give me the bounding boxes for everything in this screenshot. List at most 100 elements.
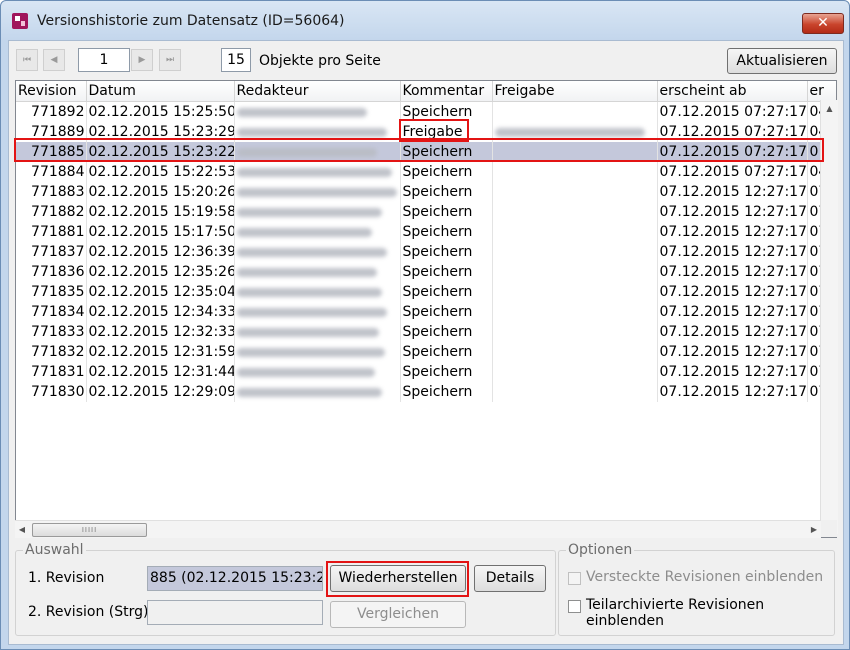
table-row[interactable]: 771837 02.12.2015 12:36:39 Speichern 07.12.… — [16, 242, 836, 262]
table-row[interactable]: 771835 02.12.2015 12:35:04 Speichern 07.12.… — [16, 282, 836, 302]
version-history-window: Versionshistorie zum Datensatz (ID=56064… — [0, 0, 850, 650]
redacted-name — [236, 207, 382, 217]
redakteur-cell — [234, 101, 401, 122]
col-header-revision[interactable]: Revision — [16, 81, 87, 102]
kommentar-cell: Speichern — [400, 282, 493, 302]
horizontal-scroll-thumb[interactable]: IIIII — [32, 523, 147, 537]
kommentar-cell: Speichern — [400, 202, 493, 222]
datum-cell: 02.12.2015 12:31:59 — [86, 342, 235, 362]
redakteur-cell — [234, 282, 401, 302]
erscheint-ab-cell: 07.12.2015 12:27:17 — [657, 322, 808, 342]
freigabe-cell — [492, 142, 658, 162]
redacted-name — [236, 127, 387, 137]
table-row[interactable]: 771833 02.12.2015 12:32:33 Speichern 07.12.… — [16, 322, 836, 342]
redacted-name — [494, 127, 645, 137]
revision1-field[interactable]: 885 (02.12.2015 15:23:23) — [147, 566, 323, 591]
redakteur-cell — [234, 182, 401, 202]
table-row[interactable]: 771836 02.12.2015 12:35:26 Speichern 07.12.… — [16, 262, 836, 282]
redacted-name — [236, 327, 379, 337]
details-button[interactable]: Details — [474, 565, 546, 592]
table-row[interactable]: 771885 02.12.2015 15:23:22 Speichern 07.12.… — [16, 142, 836, 162]
erscheint-ab-cell: 07.12.2015 07:27:17 — [657, 142, 808, 162]
first-page-button[interactable]: ⏮ — [16, 49, 38, 71]
redacted-name — [236, 387, 382, 397]
col-header-er[interactable]: er — [807, 81, 836, 102]
table-row[interactable]: 771882 02.12.2015 15:19:58 Speichern 07.12.… — [16, 202, 836, 222]
revision-cell: 771835 — [16, 282, 87, 302]
freigabe-cell — [492, 322, 658, 342]
hidden-revisions-label[interactable]: Versteckte Revisionen einblenden — [586, 569, 823, 585]
kommentar-cell: Speichern — [400, 362, 493, 382]
kommentar-cell: Speichern — [400, 142, 493, 162]
redacted-name — [236, 107, 367, 117]
close-button[interactable]: ✕ — [802, 13, 844, 34]
kommentar-cell: Freigabe — [400, 122, 493, 142]
revision-cell: 771833 — [16, 322, 87, 342]
compare-button[interactable]: Vergleichen — [330, 601, 466, 628]
partial-archived-label[interactable]: Teilarchivierte Revisionen einblenden — [586, 597, 843, 629]
scroll-left-arrow-icon[interactable]: ◀ — [16, 521, 28, 538]
table-row[interactable]: 771834 02.12.2015 12:34:33 Speichern 07.12.… — [16, 302, 836, 322]
table-header: Revision Datum Redakteur Kommentar Freig… — [16, 81, 836, 102]
kommentar-cell: Speichern — [400, 342, 493, 362]
refresh-button[interactable]: Aktualisieren — [727, 48, 837, 74]
redacted-name — [236, 367, 375, 377]
col-header-datum[interactable]: Datum — [86, 81, 235, 102]
erscheint-ab-cell: 07.12.2015 12:27:17 — [657, 282, 808, 302]
horizontal-scrollbar[interactable]: ◀ IIIII ▶ — [15, 520, 821, 538]
datum-cell: 02.12.2015 12:34:33 — [86, 302, 235, 322]
revision-cell: 771837 — [16, 242, 87, 262]
erscheint-ab-cell: 07.12.2015 12:27:17 — [657, 262, 808, 282]
kommentar-cell: Speichern — [400, 302, 493, 322]
table-row[interactable]: 771892 02.12.2015 15:25:50 Speichern 07.12.… — [16, 101, 836, 122]
datum-cell: 02.12.2015 15:22:53 — [86, 162, 235, 182]
table-row[interactable]: 771830 02.12.2015 12:29:09 Speichern 07.12.… — [16, 382, 836, 402]
restore-button[interactable]: Wiederherstellen — [330, 565, 466, 592]
col-header-redakteur[interactable]: Redakteur — [234, 81, 401, 102]
revision-cell: 771881 — [16, 222, 87, 242]
prev-page-button[interactable]: ◀ — [43, 49, 65, 71]
freigabe-cell — [492, 162, 658, 182]
redacted-name — [236, 147, 377, 157]
datum-cell: 02.12.2015 12:29:09 — [86, 382, 235, 402]
table-row[interactable]: 771831 02.12.2015 12:31:44 Speichern 07.12.… — [16, 362, 836, 382]
erscheint-ab-cell: 07.12.2015 12:27:17 — [657, 242, 808, 262]
erscheint-ab-cell: 07.12.2015 07:27:17 — [657, 101, 808, 122]
col-header-kommentar[interactable]: Kommentar — [400, 81, 493, 102]
table-row[interactable]: 771884 02.12.2015 15:22:53 Speichern 07.12.… — [16, 162, 836, 182]
revision2-field[interactable] — [147, 600, 323, 625]
freigabe-cell — [492, 362, 658, 382]
col-header-freigabe[interactable]: Freigabe — [492, 81, 658, 102]
revision-cell: 771892 — [16, 101, 87, 122]
revision-cell: 771832 — [16, 342, 87, 362]
last-page-button[interactable]: ⏭ — [159, 49, 181, 71]
col-header-erscheint-ab[interactable]: erscheint ab — [657, 81, 808, 102]
table-row[interactable]: 771881 02.12.2015 15:17:50 Speichern 07.12.… — [16, 222, 836, 242]
revision-cell: 771889 — [16, 122, 87, 142]
freigabe-cell — [492, 222, 658, 242]
table-row[interactable]: 771889 02.12.2015 15:23:29 Freigabe 07.12.2… — [16, 122, 836, 142]
revision-cell: 771885 — [16, 142, 87, 162]
table-row[interactable]: 771832 02.12.2015 12:31:59 Speichern 07.12.… — [16, 342, 836, 362]
hidden-revisions-checkbox[interactable] — [568, 572, 581, 585]
table-row[interactable]: 771883 02.12.2015 15:20:26 Speichern 07.12.… — [16, 182, 836, 202]
page-number-input[interactable]: 1 — [78, 48, 130, 72]
scroll-corner — [821, 520, 837, 537]
kommentar-cell: Speichern — [400, 182, 493, 202]
redakteur-cell — [234, 162, 401, 182]
revision-cell: 771834 — [16, 302, 87, 322]
freigabe-cell — [492, 342, 658, 362]
vertical-scrollbar[interactable]: ▲ ▼ — [820, 100, 838, 534]
redacted-name — [236, 347, 385, 357]
per-page-input[interactable]: 15 — [221, 48, 251, 72]
scroll-up-arrow-icon[interactable]: ▲ — [821, 100, 838, 117]
partial-archived-checkbox[interactable] — [568, 600, 581, 613]
redakteur-cell — [234, 202, 401, 222]
redakteur-cell — [234, 322, 401, 342]
scroll-right-arrow-icon[interactable]: ▶ — [808, 521, 820, 538]
revision-cell: 771883 — [16, 182, 87, 202]
datum-cell: 02.12.2015 15:23:22 — [86, 142, 235, 162]
title-bar[interactable]: Versionshistorie zum Datensatz (ID=56064… — [1, 1, 849, 41]
next-page-button[interactable]: ▶ — [131, 49, 153, 71]
redakteur-cell — [234, 302, 401, 322]
